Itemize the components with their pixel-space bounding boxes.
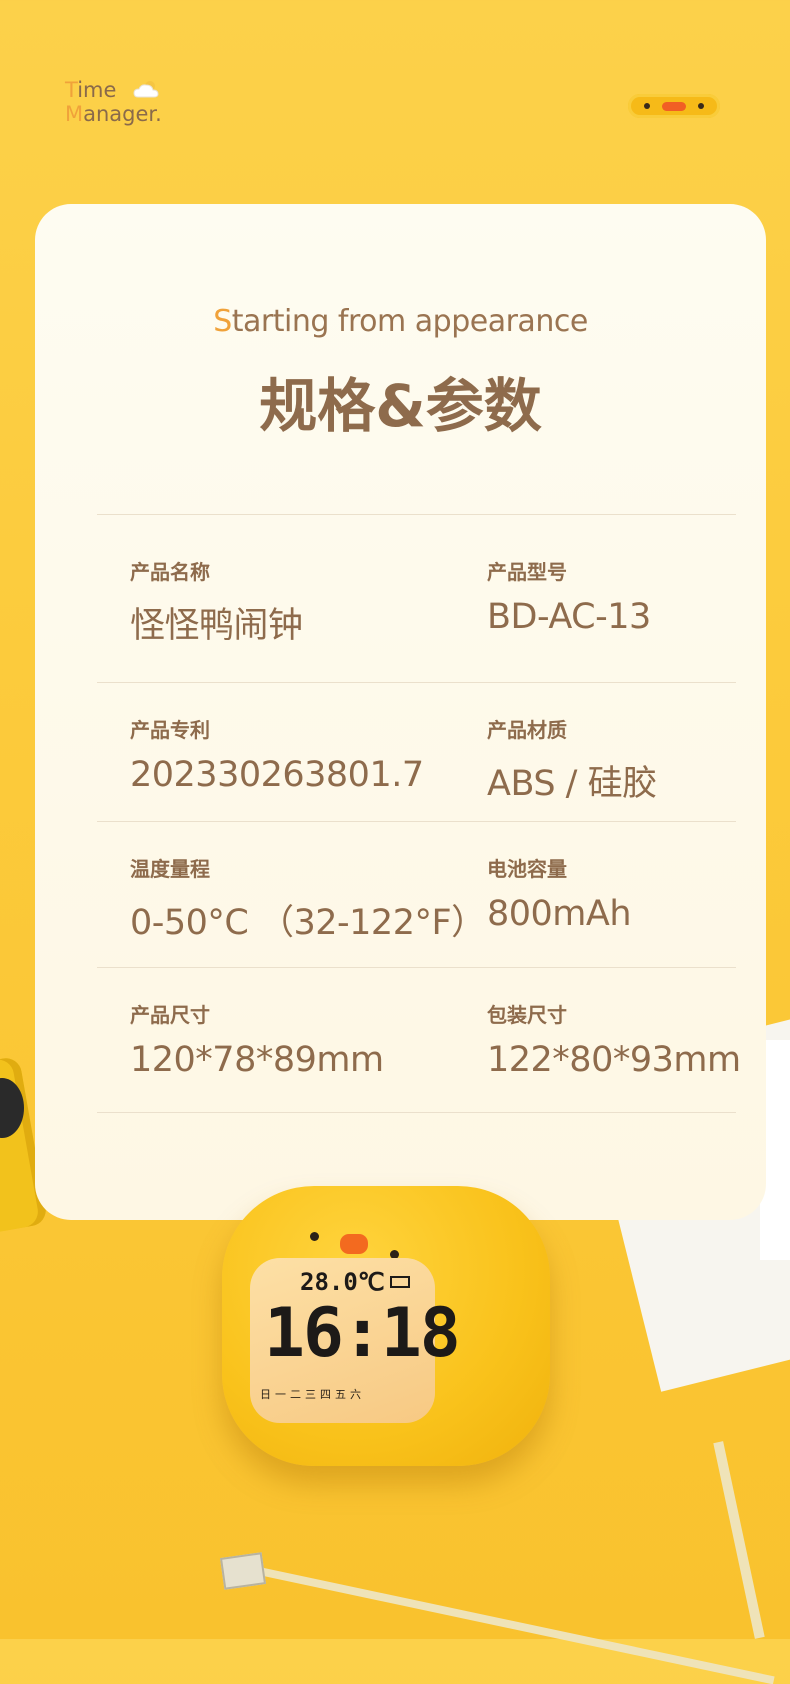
spec-temperature-range: 温度量程 0-50°C （32-122°F） — [130, 853, 486, 945]
spec-label: 产品名称 — [130, 560, 210, 584]
duck-eye-icon — [310, 1232, 319, 1241]
card-title: 规格&参数 — [259, 372, 542, 440]
spec-value: 怪怪鸭闹钟 — [130, 606, 303, 646]
clock-screen: 28.0℃ 16:18 日一二三四五六 — [250, 1258, 461, 1423]
duck-eye-icon — [644, 103, 650, 109]
spec-value: 800mAh — [487, 894, 632, 934]
spec-value: 122*80*93mm — [487, 1040, 741, 1080]
spec-label: 温度量程 — [130, 857, 210, 881]
measuring-tape — [225, 1560, 775, 1684]
spec-patent: 产品专利 202330263801.7 — [130, 714, 424, 795]
duck-eye-icon — [698, 103, 704, 109]
clock-temperature: 28.0℃ — [300, 1268, 385, 1296]
divider — [97, 1112, 736, 1113]
spec-card: Starting from appearance 规格&参数 产品名称 怪怪鸭闹… — [35, 204, 766, 1220]
spec-package-size: 包装尺寸 122*80*93mm — [487, 999, 741, 1080]
spec-label: 电池容量 — [487, 857, 567, 881]
sun-cloud-icon — [133, 81, 159, 98]
clock-time: 16:18 — [264, 1294, 461, 1373]
duck-beak-icon — [340, 1234, 368, 1254]
tape-clip — [219, 1552, 267, 1590]
spec-value: ABS / 硅胶 — [487, 764, 657, 804]
spec-value: 0-50°C （32-122°F） — [130, 903, 486, 943]
brand-line-2: Manager. — [65, 102, 162, 126]
spec-value: 120*78*89mm — [130, 1040, 384, 1080]
spec-label: 包装尺寸 — [487, 1003, 567, 1027]
spec-label: 产品专利 — [130, 718, 210, 742]
measuring-tape — [713, 1441, 765, 1639]
card-eyebrow: Starting from appearance — [213, 304, 588, 339]
spec-label: 产品材质 — [487, 718, 567, 742]
spec-model: 产品型号 BD-AC-13 — [487, 556, 651, 637]
divider — [97, 514, 736, 515]
duck-face-badge — [628, 94, 720, 118]
spec-material: 产品材质 ABS / 硅胶 — [487, 714, 657, 806]
spec-value: 202330263801.7 — [130, 755, 424, 795]
divider — [97, 967, 736, 968]
duck-alarm-clock: 28.0℃ 16:18 日一二三四五六 — [222, 1186, 550, 1466]
clock-weekdays: 日一二三四五六 — [260, 1388, 365, 1401]
divider — [97, 682, 736, 683]
battery-icon — [390, 1276, 410, 1288]
spec-value: BD-AC-13 — [487, 597, 651, 637]
spec-label: 产品型号 — [487, 560, 567, 584]
spec-label: 产品尺寸 — [130, 1003, 210, 1027]
divider — [97, 821, 736, 822]
spec-product-name: 产品名称 怪怪鸭闹钟 — [130, 556, 303, 648]
duck-beak-icon — [662, 102, 686, 111]
spec-battery: 电池容量 800mAh — [487, 853, 632, 934]
spec-product-size: 产品尺寸 120*78*89mm — [130, 999, 384, 1080]
